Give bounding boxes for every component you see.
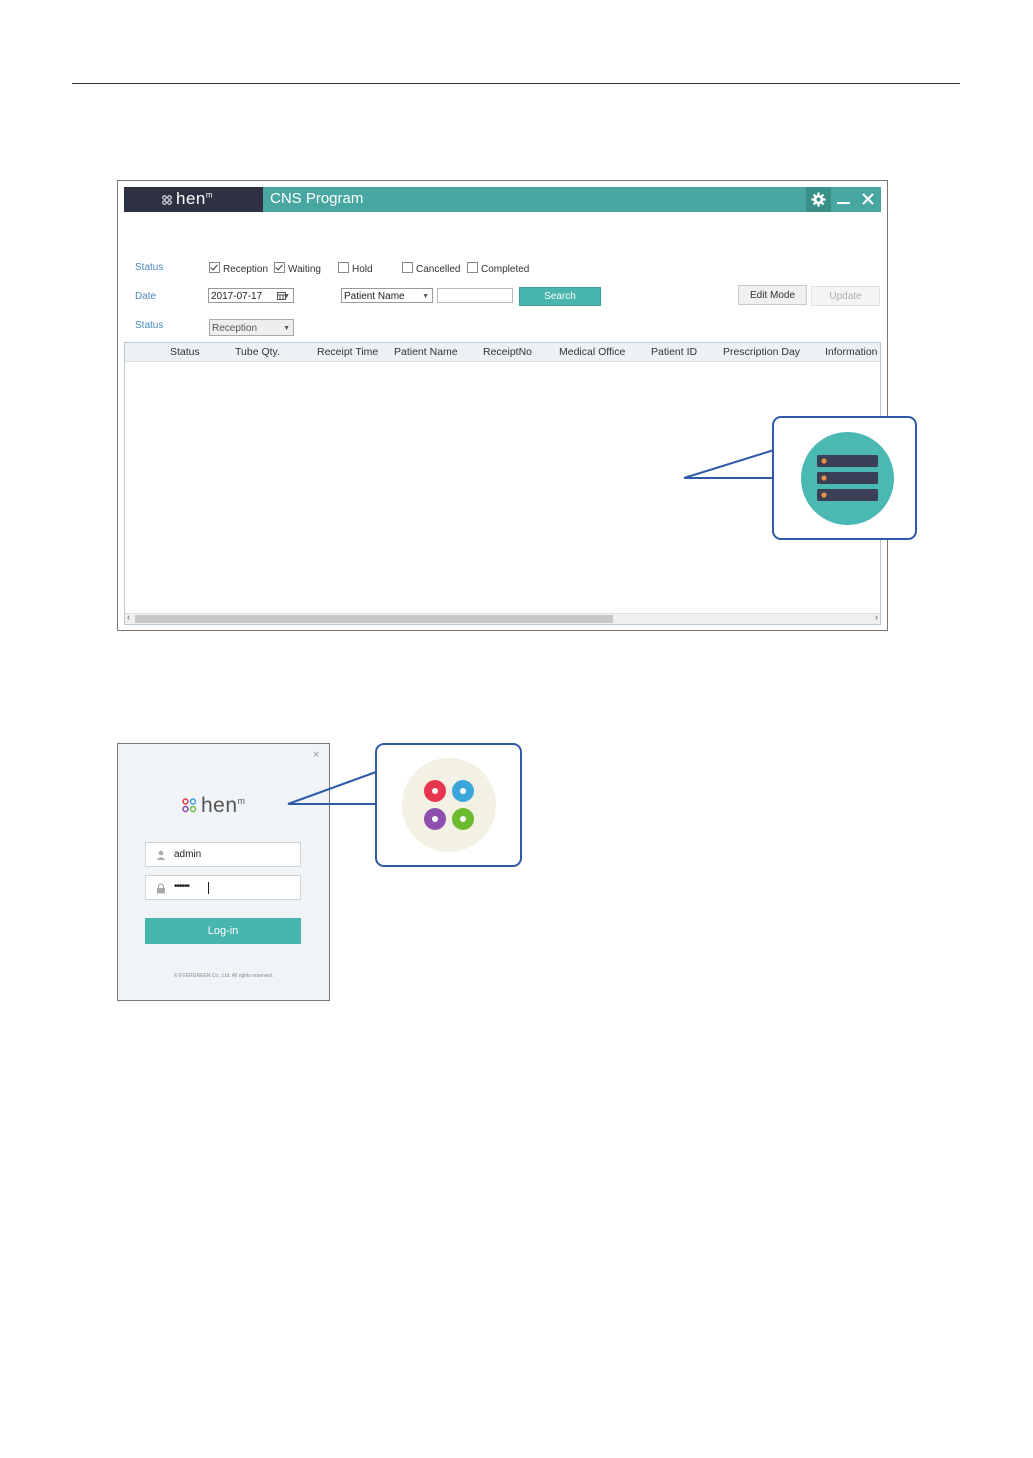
callout-pointer-line xyxy=(287,771,377,805)
settings-button[interactable] xyxy=(806,187,831,212)
logo-text: henm xyxy=(176,189,214,208)
checkbox-waiting[interactable]: Waiting xyxy=(274,262,321,275)
minimize-button[interactable] xyxy=(833,187,855,212)
close-button[interactable] xyxy=(857,187,879,212)
window-title: CNS Program xyxy=(270,190,364,207)
search-input[interactable] xyxy=(437,288,513,303)
date-label: Date xyxy=(135,291,157,302)
column-header-receipt-no[interactable]: ReceiptNo xyxy=(483,346,532,358)
checkbox-reception-box[interactable] xyxy=(209,262,220,273)
column-header-medical-office[interactable]: Medical Office xyxy=(559,346,625,358)
four-dots-logo-icon xyxy=(402,758,496,852)
login-logo-text: henm xyxy=(201,794,246,817)
table-header: Status Tube Qty. Receipt Time Patient Na… xyxy=(125,343,880,362)
edit-mode-button[interactable]: Edit Mode xyxy=(738,285,807,305)
status-label: Status xyxy=(135,262,164,273)
password-field[interactable]: •••••• xyxy=(145,875,301,900)
checkbox-cancelled[interactable]: Cancelled xyxy=(402,262,460,275)
close-icon xyxy=(862,193,874,205)
cns-program-window: henm CNS Program Status Reception Waitin… xyxy=(117,180,888,631)
copyright-text: © EVERGREEN Co., Ltd. All rights reserve… xyxy=(173,973,274,979)
username-field[interactable]: admin xyxy=(145,842,301,867)
page-top-rule xyxy=(72,83,960,84)
chevron-down-icon: ▼ xyxy=(283,325,290,332)
server-callout xyxy=(772,416,917,540)
username-value: admin xyxy=(174,849,202,860)
chevron-down-icon: ▼ xyxy=(422,293,429,300)
callout-pointer-line xyxy=(683,449,775,479)
checkbox-completed-box[interactable] xyxy=(467,262,478,273)
title-bar: henm CNS Program xyxy=(124,187,881,212)
search-field-select[interactable]: Patient Name ▼ xyxy=(341,288,433,303)
gear-icon xyxy=(811,192,826,207)
logo-block: henm xyxy=(124,187,263,212)
column-header-status[interactable]: Status xyxy=(170,346,200,358)
scrollbar-thumb[interactable] xyxy=(135,615,613,623)
status-select[interactable]: Reception ▼ xyxy=(209,319,294,336)
scroll-right-icon[interactable]: › xyxy=(875,612,878,622)
lock-icon xyxy=(157,883,165,894)
horizontal-scrollbar[interactable]: ‹ › xyxy=(125,612,880,624)
password-value: •••••• xyxy=(174,881,190,892)
user-icon xyxy=(156,850,166,860)
logo-callout xyxy=(375,743,522,867)
column-header-receipt-time[interactable]: Receipt Time xyxy=(317,346,378,358)
close-icon[interactable]: × xyxy=(313,749,319,761)
checkbox-completed[interactable]: Completed xyxy=(467,262,529,275)
chevron-down-icon: ▼ xyxy=(283,293,290,300)
column-header-patient-id[interactable]: Patient ID xyxy=(651,346,697,358)
update-button[interactable]: Update xyxy=(811,286,880,306)
minimize-icon xyxy=(837,202,850,204)
column-header-prescription-day[interactable]: Prescription Day xyxy=(723,346,800,358)
date-picker[interactable]: 2017-07-17 ▼ xyxy=(208,288,294,303)
search-button[interactable]: Search xyxy=(519,287,601,306)
checkbox-hold-box[interactable] xyxy=(338,262,349,273)
four-dots-logo-icon xyxy=(182,798,197,813)
four-dots-logo-icon xyxy=(162,195,172,205)
column-header-information[interactable]: Information xyxy=(825,346,878,358)
column-header-patient-name[interactable]: Patient Name xyxy=(394,346,458,358)
checkbox-waiting-box[interactable] xyxy=(274,262,285,273)
checkbox-reception[interactable]: Reception xyxy=(209,262,268,275)
checkbox-cancelled-box[interactable] xyxy=(402,262,413,273)
checkbox-hold[interactable]: Hold xyxy=(338,262,373,275)
text-cursor xyxy=(208,882,209,894)
scroll-left-icon[interactable]: ‹ xyxy=(127,612,130,622)
column-header-tube-qty[interactable]: Tube Qty. xyxy=(235,346,280,358)
login-button[interactable]: Log-in xyxy=(145,918,301,944)
server-stack-icon xyxy=(801,432,894,525)
status-filter-label: Status xyxy=(135,320,164,331)
